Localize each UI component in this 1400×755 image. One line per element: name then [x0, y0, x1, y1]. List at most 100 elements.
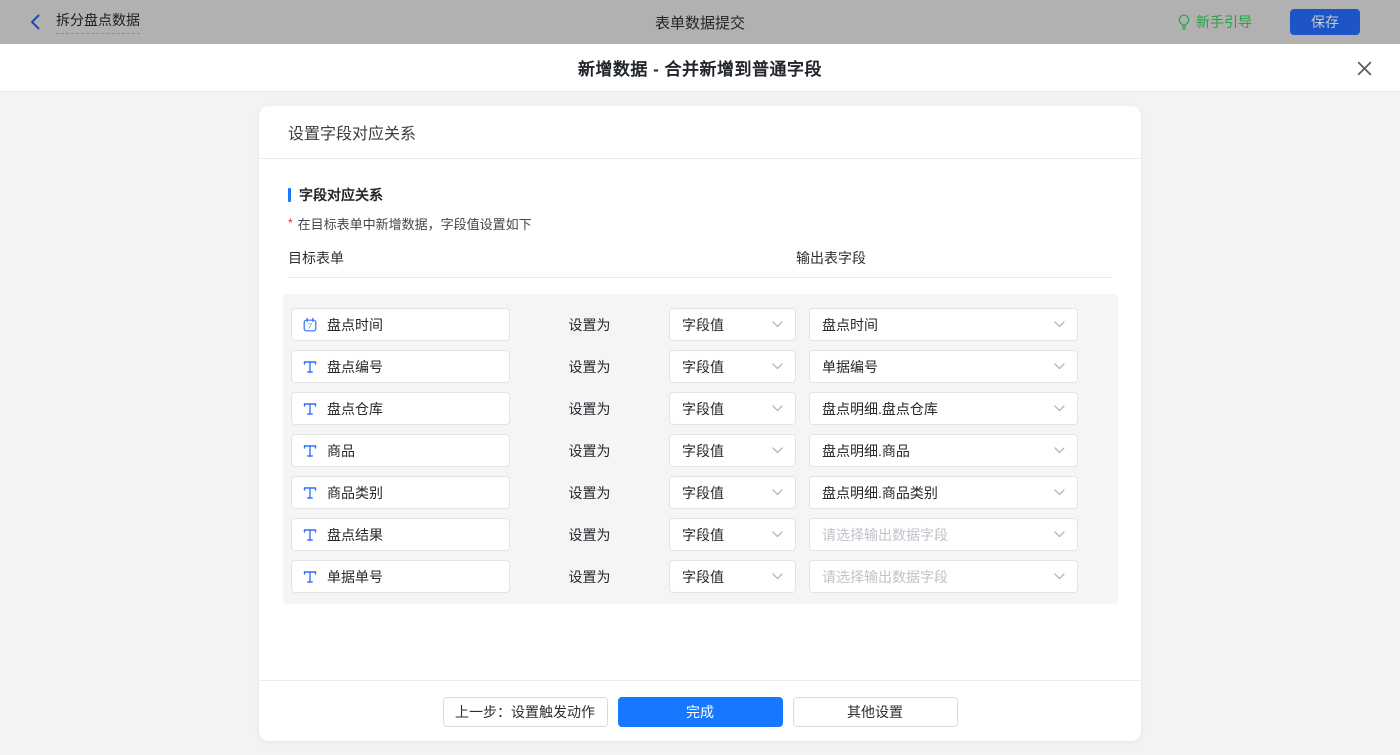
- field-label: 盘点编号: [327, 357, 383, 377]
- mapping-row: 7 盘点编号 设置为 字段值: [291, 350, 1118, 383]
- mapping-row: 7 单据单号 设置为 字段值: [291, 560, 1118, 593]
- section-accent-bar: [288, 188, 291, 202]
- mode-value: 字段值: [682, 357, 766, 377]
- mapping-rows: 7 盘点时间 设置为 字段值: [283, 294, 1118, 604]
- target-field-box[interactable]: 7 单据单号: [291, 560, 510, 593]
- output-select[interactable]: 盘点明细.商品: [809, 434, 1078, 467]
- field-label: 单据单号: [327, 567, 383, 587]
- mode-select[interactable]: 字段值: [669, 308, 796, 341]
- chevron-down-icon: [772, 489, 783, 496]
- output-select[interactable]: 请选择输出数据字段: [809, 560, 1078, 593]
- target-field-box[interactable]: 7 盘点编号: [291, 350, 510, 383]
- target-field-box[interactable]: 7 商品: [291, 434, 510, 467]
- output-value: 请选择输出数据字段: [822, 567, 1048, 587]
- done-button[interactable]: 完成: [618, 697, 783, 727]
- chevron-down-icon: [772, 531, 783, 538]
- setas-label: 设置为: [510, 357, 669, 377]
- mode-value: 字段值: [682, 525, 766, 545]
- mode-select[interactable]: 字段值: [669, 392, 796, 425]
- close-icon[interactable]: [1354, 58, 1374, 78]
- chevron-down-icon: [1054, 447, 1065, 454]
- field-mapping-card: 设置字段对应关系 字段对应关系 * 在目标表单中新增数据，字段值设置如下 目标表…: [259, 106, 1141, 741]
- modal-header: 新增数据 - 合并新增到普通字段: [0, 44, 1400, 92]
- field-label: 盘点仓库: [327, 399, 383, 419]
- chevron-down-icon: [1054, 489, 1065, 496]
- output-select[interactable]: 盘点明细.商品类别: [809, 476, 1078, 509]
- output-value: 单据编号: [822, 357, 1048, 377]
- setas-label: 设置为: [510, 525, 669, 545]
- chevron-down-icon: [1054, 531, 1065, 538]
- output-select[interactable]: 盘点明细.盘点仓库: [809, 392, 1078, 425]
- mapping-row: 7 盘点仓库 设置为 字段值: [291, 392, 1118, 425]
- section-label: 字段对应关系: [299, 185, 383, 205]
- chevron-down-icon: [1054, 321, 1065, 328]
- other-settings-button[interactable]: 其他设置: [793, 697, 958, 727]
- setas-label: 设置为: [510, 441, 669, 461]
- field-label: 盘点结果: [327, 525, 383, 545]
- output-value: 盘点明细.商品类别: [822, 483, 1048, 503]
- field-label: 盘点时间: [327, 315, 383, 335]
- field-label: 商品类别: [327, 483, 383, 503]
- column-output-fields: 输出表字段: [796, 248, 866, 268]
- chevron-down-icon: [772, 447, 783, 454]
- mapping-row: 7 盘点时间 设置为 字段值: [291, 308, 1118, 341]
- text-icon: [302, 485, 318, 501]
- output-select[interactable]: 单据编号: [809, 350, 1078, 383]
- calendar-icon: 7: [302, 317, 318, 333]
- chevron-down-icon: [1054, 363, 1065, 370]
- mode-value: 字段值: [682, 567, 766, 587]
- setas-label: 设置为: [510, 567, 669, 587]
- mode-select[interactable]: 字段值: [669, 560, 796, 593]
- setas-label: 设置为: [510, 315, 669, 335]
- text-icon: [302, 527, 318, 543]
- target-field-box[interactable]: 7 盘点仓库: [291, 392, 510, 425]
- modal-title: 新增数据 - 合并新增到普通字段: [578, 55, 822, 80]
- svg-text:7: 7: [308, 321, 312, 330]
- lightbulb-icon: [1177, 14, 1191, 30]
- setas-label: 设置为: [510, 483, 669, 503]
- chevron-down-icon: [772, 573, 783, 580]
- section-title: 字段对应关系: [288, 185, 1112, 205]
- chevron-down-icon: [772, 363, 783, 370]
- add-data-modal: 新增数据 - 合并新增到普通字段 设置字段对应关系 字段对应关系 * 在目标表单…: [0, 44, 1400, 755]
- mode-select[interactable]: 字段值: [669, 476, 796, 509]
- guide-label: 新手引导: [1196, 12, 1252, 32]
- chevron-down-icon: [1054, 573, 1065, 580]
- card-footer: 上一步：设置触发动作 完成 其他设置: [259, 680, 1141, 741]
- mapping-row: 7 商品 设置为 字段值: [291, 434, 1118, 467]
- target-field-box[interactable]: 7 盘点时间: [291, 308, 510, 341]
- target-field-box[interactable]: 7 盘点结果: [291, 518, 510, 551]
- target-field-box[interactable]: 7 商品类别: [291, 476, 510, 509]
- output-value: 盘点明细.商品: [822, 441, 1048, 461]
- note-text: 在目标表单中新增数据，字段值设置如下: [298, 214, 532, 233]
- column-headers: 目标表单 输出表字段: [288, 248, 1112, 278]
- chevron-down-icon: [772, 321, 783, 328]
- output-value: 盘点明细.盘点仓库: [822, 399, 1048, 419]
- mode-value: 字段值: [682, 399, 766, 419]
- beginner-guide-link[interactable]: 新手引导: [1177, 12, 1252, 32]
- output-select[interactable]: 盘点时间: [809, 308, 1078, 341]
- mode-select[interactable]: 字段值: [669, 518, 796, 551]
- chevron-down-icon: [1054, 405, 1065, 412]
- text-icon: [302, 401, 318, 417]
- mapping-row: 7 商品类别 设置为 字段值: [291, 476, 1118, 509]
- mode-value: 字段值: [682, 441, 766, 461]
- back-icon[interactable]: [28, 14, 44, 30]
- text-icon: [302, 443, 318, 459]
- mapping-row: 7 盘点结果 设置为 字段值: [291, 518, 1118, 551]
- save-button[interactable]: 保存: [1290, 9, 1360, 35]
- column-target-form: 目标表单: [288, 248, 344, 268]
- output-value: 盘点时间: [822, 315, 1048, 335]
- output-select[interactable]: 请选择输出数据字段: [809, 518, 1078, 551]
- setas-label: 设置为: [510, 399, 669, 419]
- mode-value: 字段值: [682, 315, 766, 335]
- mode-select[interactable]: 字段值: [669, 350, 796, 383]
- mode-select[interactable]: 字段值: [669, 434, 796, 467]
- top-toolbar: 拆分盘点数据 表单数据提交 新手引导 保存: [0, 0, 1400, 44]
- flow-name[interactable]: 拆分盘点数据: [56, 10, 140, 34]
- mode-value: 字段值: [682, 483, 766, 503]
- field-label: 商品: [327, 441, 355, 461]
- output-value: 请选择输出数据字段: [822, 525, 1048, 545]
- prev-step-button[interactable]: 上一步：设置触发动作: [443, 697, 608, 727]
- chevron-down-icon: [772, 405, 783, 412]
